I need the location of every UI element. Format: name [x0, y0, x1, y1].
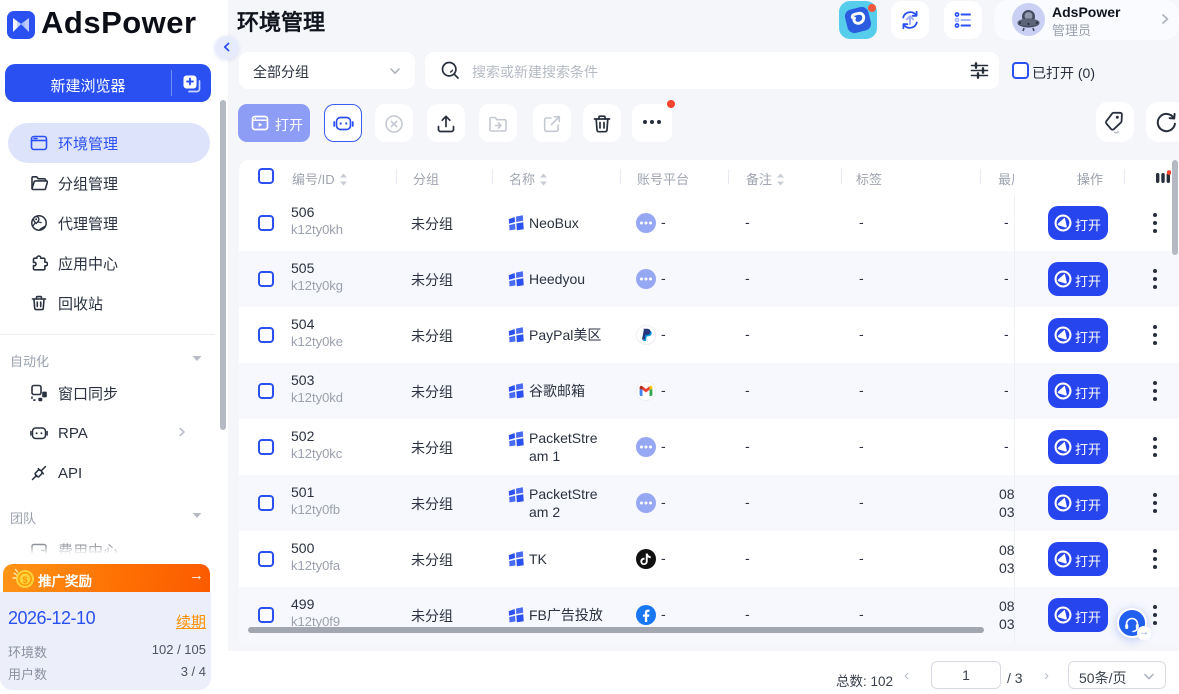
svg-text:$: $ [22, 575, 27, 585]
